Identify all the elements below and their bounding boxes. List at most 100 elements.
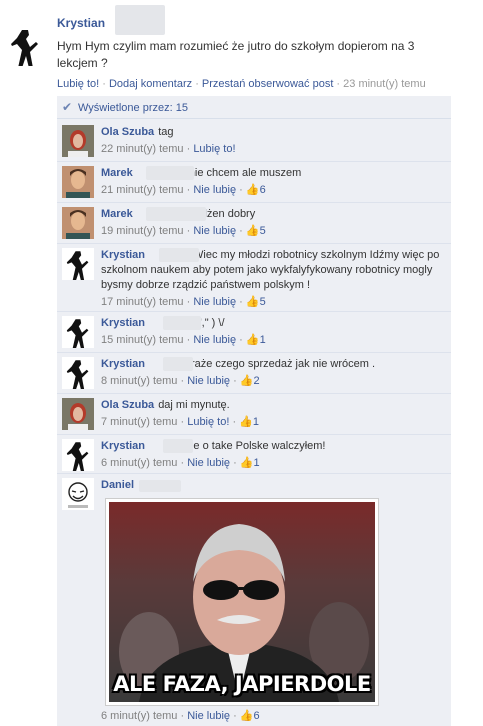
comment: Ola Szuba daj mi mynutę. 7 minut(y) temu ·… [57,393,451,435]
like-count[interactable]: 5 [260,296,266,308]
comment-body: Krystian Wiec my młodzi robotnicy szkolny… [101,248,441,310]
thumbs-up-icon[interactable]: 👍 [246,334,260,346]
separator: · [192,78,202,90]
comment-author[interactable]: Krystian [101,249,145,261]
comment-author[interactable]: Ola Szuba [101,126,154,138]
comment-body: Ola Szuba daj mi mynutę. 7 minut(y) temu ·… [101,398,441,430]
avatar[interactable] [62,439,94,471]
comment-meta: 6 minut(y) temu · Nie lubię · 👍6 [101,710,260,722]
thumbs-up-icon[interactable]: 👍 [240,710,254,722]
thumbs-up-icon[interactable]: 👍 [246,184,260,196]
comment-text: wraże czego sprzedaż jak nie wrócem . [183,358,375,370]
comment-body: Krystian( "," ) \/15 minut(y) temu · Nie… [101,316,441,348]
thumbs-up-icon[interactable]: 👍 [239,416,253,428]
unlike-link[interactable]: Nie lubię [187,457,230,469]
avatar[interactable] [62,316,94,348]
comment-time[interactable]: 17 minut(y) temu [101,296,184,308]
unfollow-link[interactable]: Przestań obserwować post [202,78,333,90]
comment: Marek dżen dobry 19 minut(y) temu · Nie lu… [57,202,451,244]
comment-meta: 7 minut(y) temu · Lubię to! · 👍1 [101,416,260,428]
redacted-surname [163,439,193,453]
comment-author[interactable]: Marek [101,208,133,220]
post-author[interactable]: Krystian [57,16,105,30]
like-count[interactable]: 1 [253,416,259,428]
redacted-surname [139,480,181,492]
like-count[interactable]: 6 [260,184,266,196]
comment: Krystian( "," ) \/15 minut(y) temu · Nie… [57,311,451,353]
comment-text: dżen dobry [200,208,256,220]
comment: Krystian Wiec my młodzi robotnicy szkolny… [57,243,451,312]
redacted-surname [163,357,193,371]
redacted-surname [163,316,201,330]
comment-author[interactable]: Ola Szuba [101,399,154,411]
comment-body: Krystian wraże czego sprzedaż jak nie wró… [101,357,441,389]
post-time[interactable]: 23 minut(y) temu [343,78,426,90]
avatar[interactable] [62,248,94,280]
avatar[interactable] [8,26,42,66]
comment-meta: 6 minut(y) temu · Nie lubię · 👍1 [101,457,260,469]
comment-meta: 15 minut(y) temu · Nie lubię · 👍1 [101,334,266,346]
like-link[interactable]: Lubię to! [57,78,99,90]
thumbs-up-icon[interactable]: 👍 [246,296,260,308]
redacted-surname [115,5,165,35]
comment-text: Wiec my młodzi robotnicy szkolnym Idźmy … [101,249,440,291]
thumbs-up-icon[interactable]: 👍 [246,225,260,237]
comment-author[interactable]: Marek [101,167,133,179]
like-count[interactable]: 6 [254,710,260,722]
unlike-link[interactable]: Nie lubię [187,375,230,387]
post-actions: Lubię to! · Dodaj komentarz · Przestań o… [57,78,426,90]
comment-author[interactable]: Krystian [101,440,145,452]
comment: Krystian wraże czego sprzedaż jak nie wró… [57,352,451,394]
unlike-link[interactable]: Nie lubię [193,225,236,237]
comment-body: Ola Szuba tag 22 minut(y) temu · Lubię to! [101,125,441,157]
like-count[interactable]: 1 [254,457,260,469]
comment-meta: 22 minut(y) temu · Lubię to! [101,143,236,155]
comment-text: nie chcem ale muszem [188,167,302,179]
comment-meme: Daniel ALE FAZA, JAPIERDOLE 6 minut(y) t… [57,473,451,723]
meme-image[interactable]: ALE FAZA, JAPIERDOLE [105,498,379,706]
comment-time[interactable]: 7 minut(y) temu [101,416,177,428]
thumbs-up-icon[interactable]: 👍 [240,375,254,387]
avatar[interactable] [62,125,94,157]
thumbs-up-icon[interactable]: 👍 [240,457,254,469]
comment-meta: 17 minut(y) temu · Nie lubię · 👍5 [101,296,266,308]
comment-author[interactable]: Krystian [101,317,145,329]
add-comment-link[interactable]: Dodaj komentarz [109,78,192,90]
unlike-link[interactable]: Nie lubię [193,296,236,308]
like-link[interactable]: Lubię to! [187,416,229,428]
comment-time[interactable]: 21 minut(y) temu [101,184,184,196]
redacted-surname [146,207,206,221]
comment-meta: 8 minut(y) temu · Nie lubię · 👍2 [101,375,260,387]
comment-author[interactable]: Daniel [101,479,134,491]
meme-caption: ALE FAZA, JAPIERDOLE [113,672,371,696]
comment-time[interactable]: 22 minut(y) temu [101,143,184,155]
avatar[interactable] [62,398,94,430]
comment-text: tag [158,126,174,138]
comment-time[interactable]: 6 minut(y) temu [101,457,177,469]
comment-time[interactable]: 8 minut(y) temu [101,375,177,387]
seen-by-label[interactable]: Wyświetlone przez: 15 [78,102,188,114]
like-link[interactable]: Lubię to! [193,143,235,155]
comment-text: daj mi mynutę. [158,399,230,411]
unlike-link[interactable]: Nie lubię [193,184,236,196]
redacted-surname [159,248,199,262]
unlike-link[interactable]: Nie lubię [193,334,236,346]
avatar[interactable] [62,166,94,198]
separator: · [99,78,109,90]
post-text: Hym Hym czylim mam rozumieć że jutro do … [57,39,415,70]
comment-time[interactable]: 15 minut(y) temu [101,334,184,346]
avatar[interactable] [62,207,94,239]
comment-text: Nie o take Polske walczyłem! [183,440,326,452]
comment-time[interactable]: 6 minut(y) temu [101,710,177,722]
avatar[interactable] [62,357,94,389]
meme-picture: ALE FAZA, JAPIERDOLE [109,502,375,702]
check-icon: ✔ [62,100,73,114]
like-count[interactable]: 1 [260,334,266,346]
avatar[interactable] [62,478,94,510]
like-count[interactable]: 2 [254,375,260,387]
comments-box: ✔ Wyświetlone przez: 15 Ola Szuba tag 22 m… [57,96,451,726]
comment-time[interactable]: 19 minut(y) temu [101,225,184,237]
unlike-link[interactable]: Nie lubię [187,710,230,722]
comment-author[interactable]: Krystian [101,358,145,370]
like-count[interactable]: 5 [260,225,266,237]
